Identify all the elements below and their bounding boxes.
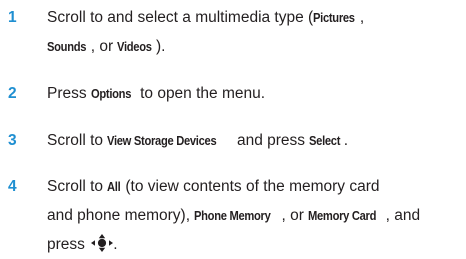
text-run: (to view contents of the memory card [121, 178, 380, 195]
step-text: Scroll to All (to view contents of the m… [47, 172, 464, 259]
text-run: and press [232, 132, 310, 149]
keyword: Memory Card [308, 208, 377, 223]
step-line: press . [47, 230, 464, 259]
text-run: , or [281, 207, 309, 224]
text-run: , and [385, 207, 421, 224]
text-run: . [343, 132, 349, 149]
text-run: Press [47, 85, 91, 102]
keyword: Options [90, 86, 132, 101]
text-run: and phone memory), [47, 207, 195, 224]
step-line: and phone memory), Phone Memory , or Memo… [47, 201, 464, 230]
keyword: Sounds [47, 39, 87, 54]
keyword: Select [309, 133, 341, 148]
keyword: Pictures [313, 10, 355, 25]
keyword: View Storage Devices [107, 133, 217, 148]
step-text: Press Options to open the menu. [47, 79, 464, 108]
keyword: Phone Memory [194, 208, 271, 223]
step-number: 1 [8, 9, 17, 26]
text-run: to open the menu. [135, 85, 266, 102]
step-line: Sounds, or Videos). [47, 32, 464, 61]
step-number: 2 [8, 85, 17, 102]
text-run: Scroll to and select a multimedia type ( [47, 9, 314, 26]
keyword: All [107, 179, 121, 194]
text-run: Scroll to [47, 132, 108, 149]
nav-key-center-select-icon [91, 234, 114, 252]
step-line: Press Options to open the menu. [47, 79, 464, 108]
text-run: , or [90, 38, 118, 55]
step-text: Scroll to View Storage Devices and press… [47, 126, 464, 155]
step-text: Scroll to and select a multimedia type (… [47, 3, 464, 61]
step-line: Scroll to All (to view contents of the m… [47, 172, 464, 201]
text-run: Scroll to [47, 178, 108, 195]
step-number: 4 [8, 178, 17, 195]
text-run: , [359, 9, 365, 26]
text-run: press [47, 236, 90, 253]
step-line: Scroll to and select a multimedia type (… [47, 3, 464, 32]
step-number: 3 [8, 132, 17, 149]
text-run: . [113, 236, 118, 253]
step-line: Scroll to View Storage Devices and press… [47, 126, 464, 155]
keyword: Videos [117, 39, 153, 54]
text-run: ). [155, 38, 166, 55]
